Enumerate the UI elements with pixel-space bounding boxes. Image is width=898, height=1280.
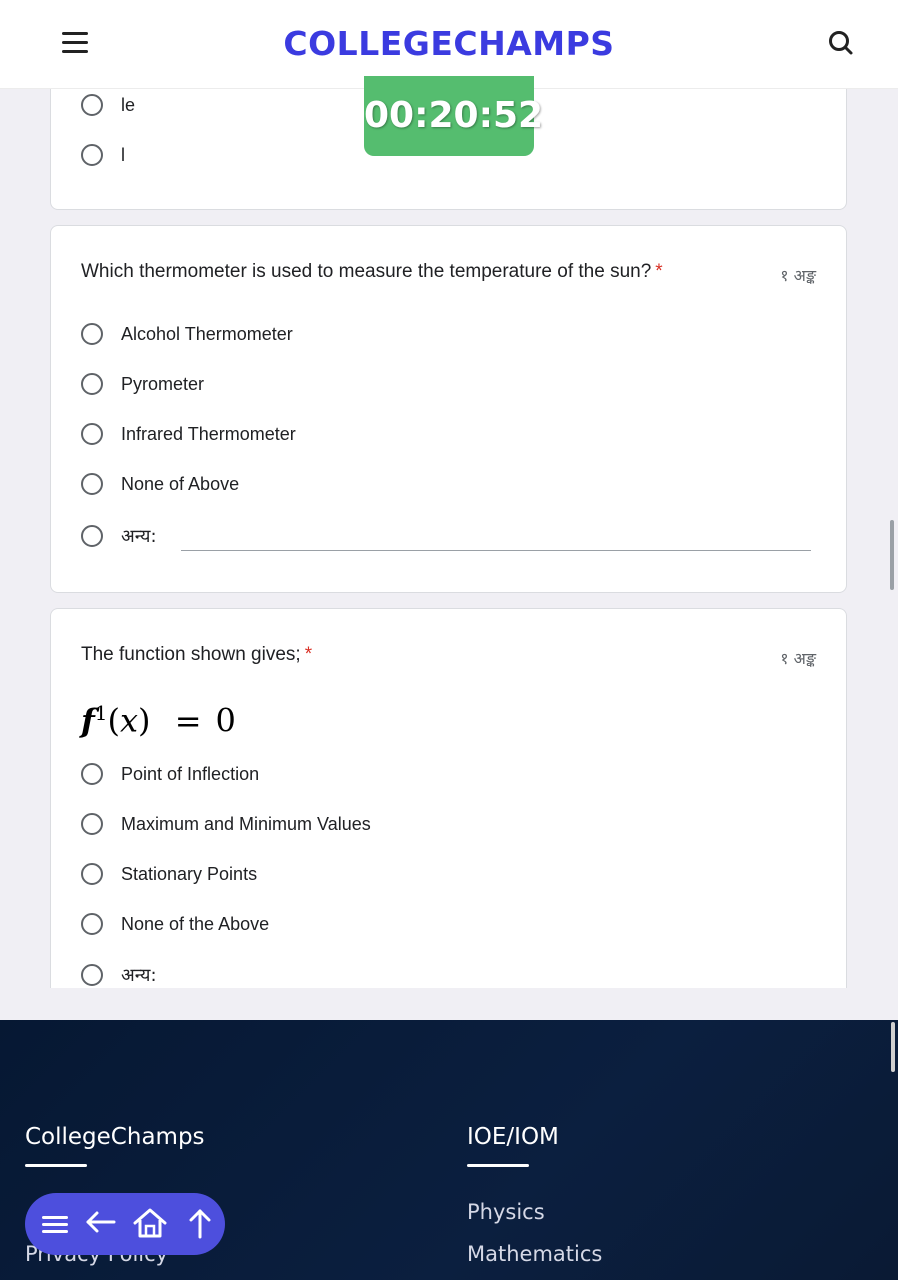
footer-link-mathematics[interactable]: Mathematics — [467, 1242, 602, 1266]
formula-x: x — [119, 701, 139, 740]
menu-icon[interactable] — [35, 1203, 75, 1245]
option-stationary-points[interactable]: Stationary Points — [81, 859, 257, 889]
required-asterisk: * — [655, 261, 663, 282]
question-text: Which thermometer is used to measure the… — [81, 261, 652, 282]
option-point-of-inflection[interactable]: Point of Inflection — [81, 759, 259, 789]
footer-link-physics[interactable]: Physics — [467, 1200, 545, 1224]
radio-button[interactable] — [81, 913, 103, 935]
option-label: Maximum and Minimum Values — [121, 813, 371, 834]
formula-equals: = — [174, 701, 202, 740]
option-other[interactable]: अन्य: — [81, 960, 157, 990]
radio-button[interactable] — [81, 473, 103, 495]
formula-rparen: ) — [138, 701, 151, 740]
up-arrow-icon[interactable] — [180, 1203, 220, 1245]
footer-scrollbar[interactable] — [891, 1022, 895, 1072]
radio-button[interactable] — [81, 525, 103, 547]
back-arrow-icon[interactable] — [80, 1203, 120, 1245]
radio-button[interactable] — [81, 423, 103, 445]
search-icon[interactable] — [826, 28, 856, 58]
option-label: Alcohol Thermometer — [121, 323, 293, 344]
footer-title-ioe-iom: IOE/IOM — [467, 1124, 559, 1150]
question-card-thermometer: Which thermometer is used to measure the… — [50, 225, 847, 593]
option-label: Pyrometer — [121, 373, 205, 394]
option-alcohol-thermometer[interactable]: Alcohol Thermometer — [81, 319, 293, 349]
option-infrared-thermometer[interactable]: Infrared Thermometer — [81, 419, 296, 449]
option-pyrometer[interactable]: Pyrometer — [81, 369, 204, 399]
option-label: le — [121, 94, 136, 115]
page-scrollbar[interactable] — [890, 520, 894, 590]
option-other[interactable]: अन्य: — [81, 521, 157, 551]
formula-lparen: ( — [107, 701, 120, 740]
question-title: The function shown gives; * — [81, 644, 312, 666]
formula-image: f1(x) = 0 — [81, 701, 236, 745]
floating-nav-bar — [25, 1193, 225, 1255]
option-label: None of Above — [121, 473, 240, 494]
question-text: The function shown gives; — [81, 644, 301, 665]
option-label: Infrared Thermometer — [121, 423, 296, 444]
radio-button[interactable] — [81, 763, 103, 785]
option-label: Point of Inflection — [121, 763, 260, 784]
question-card-function: The function shown gives; * १ अङ्क f1(x) … — [50, 608, 847, 988]
radio-button[interactable] — [81, 964, 103, 986]
home-icon[interactable] — [130, 1203, 170, 1245]
question-title: Which thermometer is used to measure the… — [81, 261, 663, 283]
radio-button[interactable] — [81, 373, 103, 395]
formula-f: f — [81, 701, 95, 740]
option-label: None of the Above — [121, 913, 270, 934]
option-none-of-above[interactable]: None of Above — [81, 469, 239, 499]
radio-button[interactable] — [81, 144, 103, 166]
option-label: Stationary Points — [121, 863, 258, 884]
option-label: l — [121, 144, 125, 165]
other-label: अन्य: — [121, 965, 157, 986]
footer-title-underline — [25, 1164, 87, 1167]
required-asterisk: * — [304, 644, 313, 665]
countdown-timer: 00:20:52 — [364, 76, 543, 156]
option-none-of-the-above[interactable]: None of the Above — [81, 909, 269, 939]
other-label: अन्य: — [121, 526, 157, 547]
radio-button[interactable] — [81, 813, 103, 835]
question-marks: १ अङ्क — [780, 266, 816, 285]
other-text-input[interactable] — [181, 520, 811, 551]
option-radio[interactable]: le — [81, 90, 135, 120]
formula-superscript: 1 — [94, 701, 108, 725]
site-brand[interactable]: COLLEGECHAMPS — [0, 24, 898, 63]
radio-button[interactable] — [81, 94, 103, 116]
option-radio[interactable]: l — [81, 140, 125, 170]
radio-button[interactable] — [81, 323, 103, 345]
footer-title-collegechamps: CollegeChamps — [25, 1124, 205, 1150]
radio-button[interactable] — [81, 863, 103, 885]
option-max-min-values[interactable]: Maximum and Minimum Values — [81, 809, 371, 839]
question-marks: १ अङ्क — [780, 649, 816, 668]
formula-zero: 0 — [215, 701, 236, 740]
footer-title-underline — [467, 1164, 529, 1167]
